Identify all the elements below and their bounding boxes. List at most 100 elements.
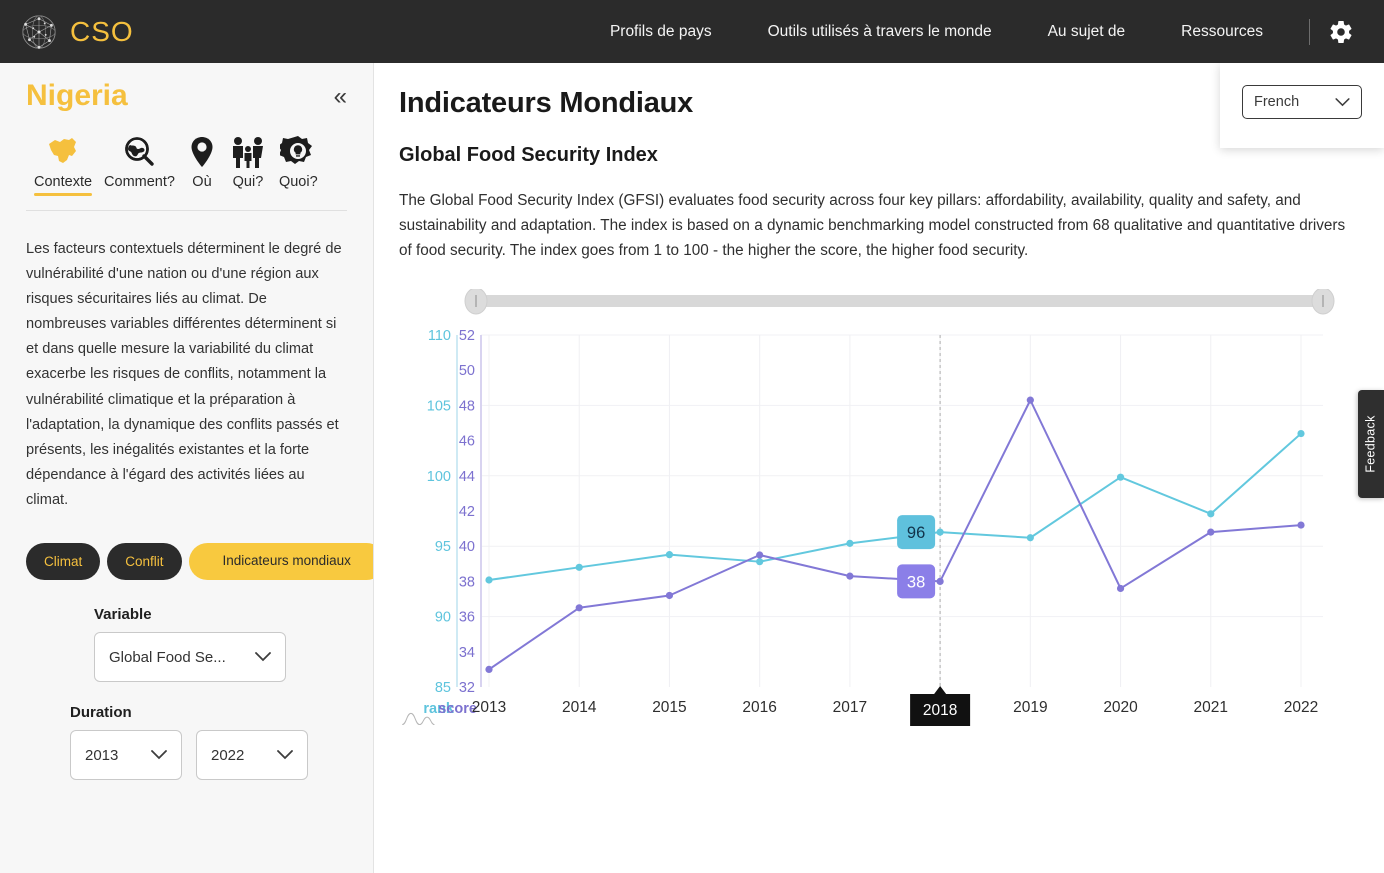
nav-links: Profils de pays Outils utilisés à traver… <box>582 19 1360 45</box>
variable-select-value: Global Food Se... <box>109 649 226 666</box>
nav-link-country-profiles[interactable]: Profils de pays <box>582 23 740 41</box>
variable-field-group: Variable Global Food Se... <box>26 606 347 682</box>
x-axis-label: 2015 <box>652 699 686 716</box>
line-chart[interactable]: 8590951001051103234363840424446485052ran… <box>399 289 1359 759</box>
chevron-down-icon <box>277 750 293 760</box>
duration-from-select[interactable]: 2013 <box>70 730 182 780</box>
data-point-score[interactable] <box>756 552 763 559</box>
language-select[interactable]: French <box>1242 85 1362 119</box>
feedback-tab[interactable]: Feedback <box>1358 390 1384 498</box>
page-title: Indicateurs Mondiaux <box>399 87 1358 120</box>
sidebar-tab-label: Quoi? <box>279 174 318 190</box>
score-tick-label: 36 <box>459 610 475 626</box>
variable-select[interactable]: Global Food Se... <box>94 632 286 682</box>
series-line-rank[interactable] <box>489 434 1301 580</box>
pill-conflit[interactable]: Conflit <box>107 543 181 580</box>
context-description: Les facteurs contextuels déterminent le … <box>26 237 347 513</box>
sidebar-tab-label: Qui? <box>233 174 264 190</box>
rank-tick-label: 90 <box>435 610 451 626</box>
active-tab-underline <box>34 193 92 196</box>
data-point-score[interactable] <box>485 666 492 673</box>
score-tick-label: 52 <box>459 328 475 344</box>
data-point-score[interactable] <box>937 578 944 585</box>
data-point-rank[interactable] <box>1027 534 1034 541</box>
nav-link-about[interactable]: Au sujet de <box>1020 23 1154 41</box>
sidebar-icon-tabs: Contexte Comment? <box>26 131 347 196</box>
duration-to-select[interactable]: 2022 <box>196 730 308 780</box>
x-axis-label: 2014 <box>562 699 597 716</box>
sidebar-divider <box>26 210 347 211</box>
chart-container: 8590951001051103234363840424446485052ran… <box>399 289 1359 759</box>
language-value: French <box>1254 94 1299 110</box>
sidebar-tab-label: Où <box>192 174 211 190</box>
data-point-rank[interactable] <box>937 529 944 536</box>
data-point-rank[interactable] <box>846 540 853 547</box>
map-pin-icon <box>187 131 217 169</box>
data-point-score[interactable] <box>1027 397 1034 404</box>
pill-climat[interactable]: Climat <box>26 543 100 580</box>
data-point-rank[interactable] <box>485 577 492 584</box>
score-tick-label: 46 <box>459 434 475 450</box>
section-description: The Global Food Security Index (GFSI) ev… <box>399 189 1349 263</box>
sidebar-tab-qui[interactable]: Qui? <box>223 131 273 196</box>
nav-divider <box>1309 19 1310 45</box>
duration-from-value: 2013 <box>85 747 118 764</box>
sidebar-tab-contexte[interactable]: Contexte <box>28 131 98 196</box>
tooltip-score-value: 38 <box>907 574 925 592</box>
rank-tick-label: 100 <box>427 469 451 485</box>
series-line-score[interactable] <box>489 400 1301 669</box>
data-point-rank[interactable] <box>1207 511 1214 518</box>
gear-lightbulb-icon <box>280 131 316 169</box>
settings-button[interactable] <box>1322 19 1360 45</box>
sidebar-tab-comment[interactable]: Comment? <box>98 131 181 196</box>
sidebar: Nigeria « Contexte <box>0 63 374 873</box>
sidebar-tab-label: Contexte <box>34 174 92 190</box>
pill-indicateurs-mondiaux[interactable]: Indicateurs mondiaux <box>189 543 374 580</box>
hover-marker-caret <box>934 686 946 694</box>
data-point-score[interactable] <box>1207 529 1214 536</box>
score-tick-label: 42 <box>459 504 475 520</box>
data-point-rank[interactable] <box>756 558 763 565</box>
data-point-score[interactable] <box>1297 522 1304 529</box>
main-content: French Indicateurs Mondiaux Global Food … <box>375 63 1384 873</box>
chevron-down-icon <box>151 750 167 760</box>
range-slider-track[interactable] <box>476 295 1323 307</box>
data-point-rank[interactable] <box>1117 474 1124 481</box>
x-axis-label: 2020 <box>1103 699 1138 716</box>
rank-tick-label: 85 <box>435 680 451 696</box>
nigeria-map-icon <box>45 131 81 169</box>
sidebar-tab-quoi[interactable]: Quoi? <box>273 131 324 196</box>
chevron-down-icon <box>1335 98 1350 107</box>
sidebar-collapse-button[interactable]: « <box>334 79 347 109</box>
data-point-score[interactable] <box>846 573 853 580</box>
data-point-rank[interactable] <box>666 551 673 558</box>
score-tick-label: 38 <box>459 575 475 591</box>
data-point-score[interactable] <box>666 592 673 599</box>
nav-link-resources[interactable]: Ressources <box>1153 23 1291 41</box>
score-tick-label: 32 <box>459 680 475 696</box>
data-point-rank[interactable] <box>576 564 583 571</box>
x-axis-label: 2017 <box>833 699 867 716</box>
country-header: Nigeria « <box>26 63 347 113</box>
sidebar-tab-label: Comment? <box>104 174 175 190</box>
nav-link-tools-worldwide[interactable]: Outils utilisés à travers le monde <box>740 23 1020 41</box>
section-title: Global Food Security Index <box>399 144 1358 167</box>
data-point-rank[interactable] <box>1297 430 1304 437</box>
language-panel: French <box>1220 63 1384 148</box>
globe-search-icon <box>122 131 158 169</box>
data-point-score[interactable] <box>1117 585 1124 592</box>
data-point-score[interactable] <box>576 604 583 611</box>
tab-underline <box>229 193 267 196</box>
sidebar-tab-ou[interactable]: Où <box>181 131 223 196</box>
chevron-down-icon <box>255 652 271 662</box>
duration-label: Duration <box>70 704 347 721</box>
duration-field-group: Duration 2013 2022 <box>26 704 347 780</box>
rank-tick-label: 105 <box>427 399 451 415</box>
duration-selects: 2013 2022 <box>70 730 347 780</box>
brand[interactable]: CSO <box>18 11 134 53</box>
score-tick-label: 40 <box>459 539 475 555</box>
x-axis-label: 2016 <box>742 699 776 716</box>
hover-year-label: 2018 <box>923 702 957 719</box>
score-tick-label: 50 <box>459 363 475 379</box>
brand-name: CSO <box>70 16 134 48</box>
